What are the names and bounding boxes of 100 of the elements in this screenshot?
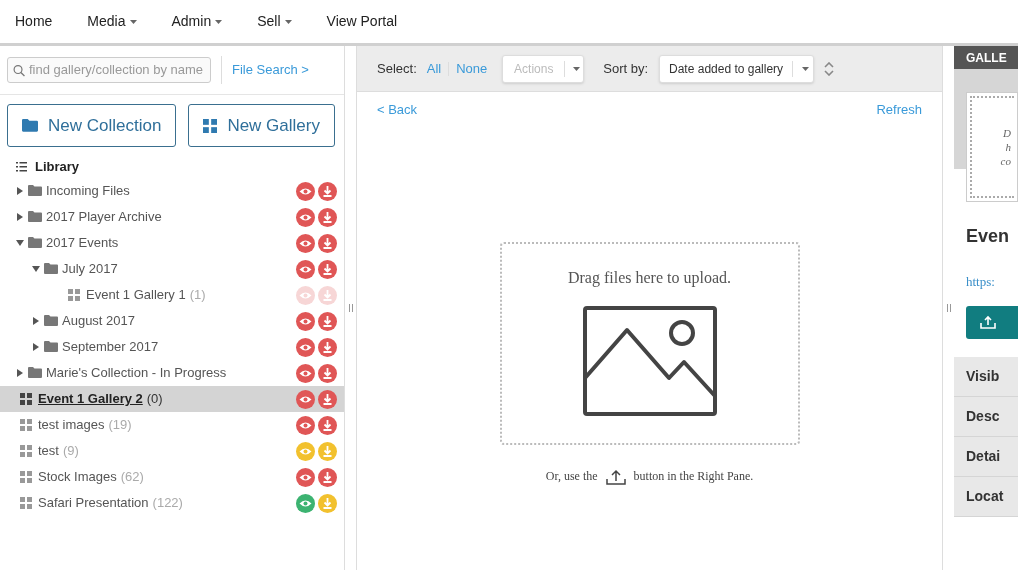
new-item-button[interactable]: New Collection — [7, 104, 177, 147]
caret-icon — [215, 19, 223, 24]
nav-link[interactable]: View Portal — [326, 11, 398, 32]
grid-icon — [68, 289, 80, 301]
download-icon[interactable] — [318, 259, 337, 279]
item-name: Marie's Collection - In Progress — [46, 364, 227, 383]
item-name: July 2017 — [62, 260, 118, 279]
folder-icon — [28, 185, 42, 197]
tree-row[interactable]: test images (19) — [0, 412, 344, 438]
caret-icon — [801, 66, 809, 71]
tree-row[interactable]: August 2017 — [0, 308, 344, 334]
item-name: August 2017 — [62, 312, 135, 331]
download-icon[interactable] — [318, 207, 337, 227]
tree-row[interactable]: July 2017 — [0, 256, 344, 282]
grid-icon — [20, 445, 32, 457]
download-icon[interactable] — [318, 233, 337, 253]
download-icon[interactable] — [318, 337, 337, 357]
download-icon[interactable] — [318, 363, 337, 383]
tree-row[interactable]: 2017 Events — [0, 230, 344, 256]
tree-row[interactable]: Marie's Collection - In Progress — [0, 360, 344, 386]
collapsed-arrow-icon[interactable] — [32, 343, 40, 351]
upload-button[interactable] — [966, 305, 1018, 339]
new-item-button[interactable]: New Gallery — [188, 104, 335, 147]
nav-link[interactable]: Sell — [257, 11, 292, 32]
eye-icon[interactable] — [296, 259, 315, 279]
collapsed-arrow-icon[interactable] — [16, 369, 24, 377]
item-count: (122) — [152, 494, 183, 513]
search-icon — [13, 63, 25, 77]
image-icon — [582, 305, 717, 416]
eye-icon[interactable] — [296, 415, 315, 435]
eye-icon[interactable] — [296, 389, 315, 409]
download-icon[interactable] — [318, 389, 337, 409]
expanded-arrow-icon[interactable] — [16, 239, 24, 247]
upload-icon — [605, 468, 626, 485]
nav-link[interactable]: Media — [87, 11, 137, 32]
cover-drop-area[interactable]: D h co — [970, 96, 1014, 198]
collapsed-arrow-icon[interactable] — [16, 187, 24, 195]
resize-handle-icon[interactable] — [348, 304, 353, 312]
section-header[interactable]: Visib — [954, 356, 1018, 397]
sort-label: Sort by: — [603, 59, 649, 78]
nav-link[interactable]: Admin — [171, 11, 223, 32]
tree-row[interactable]: Safari Presentation (122) — [0, 490, 344, 516]
download-icon[interactable] — [318, 415, 337, 435]
item-name: Incoming Files — [46, 182, 130, 201]
section-header[interactable]: Locat — [954, 476, 1018, 517]
folder-icon — [28, 367, 42, 379]
collapsed-arrow-icon[interactable] — [32, 317, 40, 325]
item-name: Event 1 Gallery 1 — [86, 286, 186, 305]
item-name: test images — [38, 416, 105, 435]
nav-link[interactable]: Home — [15, 11, 53, 32]
folder-icon — [28, 237, 42, 249]
download-icon[interactable] — [318, 467, 337, 487]
item-name: Event 1 Gallery 2 — [38, 390, 143, 409]
gallery-link[interactable]: https: — [954, 272, 1018, 292]
eye-icon[interactable] — [296, 311, 315, 331]
caret-icon — [284, 19, 292, 24]
folder-icon — [44, 315, 58, 327]
eye-icon[interactable] — [296, 207, 315, 227]
item-count: (9) — [62, 442, 79, 461]
resize-handle-icon[interactable] — [946, 304, 951, 312]
item-name: 2017 Player Archive — [46, 208, 162, 227]
grid-icon — [20, 393, 32, 405]
folder-icon — [44, 341, 58, 353]
library-heading: Library — [35, 158, 80, 177]
eye-icon[interactable] — [296, 493, 315, 513]
select-label: Select: — [377, 59, 417, 78]
eye-icon[interactable] — [296, 181, 315, 201]
download-icon[interactable] — [318, 311, 337, 331]
cover-text: co — [1000, 154, 1011, 168]
expanded-arrow-icon[interactable] — [32, 265, 40, 273]
item-name: Stock Images — [38, 468, 117, 487]
tree-row[interactable]: September 2017 — [0, 334, 344, 360]
tree-row[interactable]: Incoming Files — [0, 178, 344, 204]
pane-header: GALLE — [954, 46, 1018, 69]
eye-icon[interactable] — [296, 363, 315, 383]
tree-row[interactable]: 2017 Player Archive — [0, 204, 344, 230]
cover-text: D — [1003, 126, 1011, 140]
search-field[interactable]: find gallery/collection by name — [7, 57, 211, 83]
section-header[interactable]: Desc — [954, 396, 1018, 437]
folder-icon — [22, 119, 38, 132]
eye-icon[interactable] — [296, 467, 315, 487]
tree-row[interactable]: Stock Images (62) — [0, 464, 344, 490]
collapsed-arrow-icon[interactable] — [16, 213, 24, 221]
grid-icon — [203, 118, 218, 133]
section-header[interactable]: Detai — [954, 436, 1018, 477]
sort-order-icon[interactable] — [824, 61, 835, 76]
download-icon[interactable] — [318, 181, 337, 201]
eye-icon[interactable] — [296, 337, 315, 357]
folder-icon — [28, 211, 42, 223]
sort-dropdown[interactable]: Date added to gallery — [659, 54, 815, 83]
drop-zone[interactable]: Drag files here to upload. — [499, 241, 800, 445]
grid-icon — [20, 471, 32, 483]
item-name: test — [38, 442, 59, 461]
cover-text: h — [1005, 140, 1011, 154]
eye-icon[interactable] — [296, 233, 315, 253]
hint-text: Or, use the — [545, 467, 598, 485]
grid-icon — [20, 497, 32, 509]
tree-row[interactable]: Event 1 Gallery 2 (0) — [0, 386, 344, 412]
item-count: (19) — [108, 416, 132, 435]
item-name: Safari Presentation — [38, 494, 149, 513]
